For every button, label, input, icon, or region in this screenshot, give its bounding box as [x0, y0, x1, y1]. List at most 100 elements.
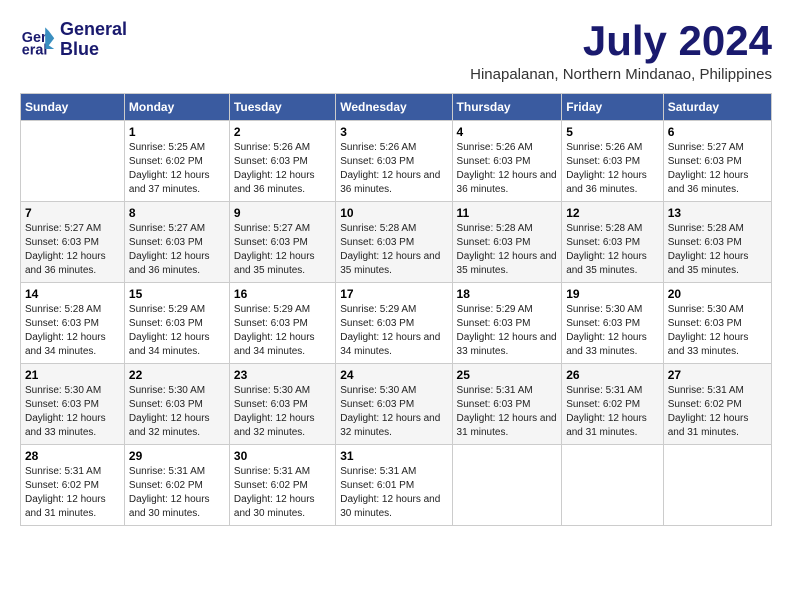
day-cell: 4 Sunrise: 5:26 AMSunset: 6:03 PMDaylight… [452, 121, 562, 202]
day-number: 2 [234, 125, 331, 139]
day-info: Sunrise: 5:28 AMSunset: 6:03 PMDaylight:… [340, 222, 447, 278]
day-info: Sunrise: 5:28 AMSunset: 6:03 PMDaylight:… [457, 222, 558, 278]
day-cell: 12 Sunrise: 5:28 AMSunset: 6:03 PMDayligh… [562, 202, 664, 283]
day-info: Sunrise: 5:30 AMSunset: 6:03 PMDaylight:… [234, 384, 331, 440]
day-cell: 15Sunrise: 5:29 AMSunset: 6:03 PMDayligh… [124, 283, 229, 364]
logo-icon: Gen eral [20, 22, 56, 58]
week-row-3: 14Sunrise: 5:28 AMSunset: 6:03 PMDayligh… [21, 283, 772, 364]
day-cell: 16 Sunrise: 5:29 AMSunset: 6:03 PMDayligh… [229, 283, 335, 364]
header-row: SundayMondayTuesdayWednesdayThursdayFrid… [21, 94, 772, 121]
day-info: Sunrise: 5:29 AMSunset: 6:03 PMDaylight:… [234, 303, 331, 359]
day-cell: 6Sunrise: 5:27 AMSunset: 6:03 PMDaylight… [663, 121, 771, 202]
day-cell: 25Sunrise: 5:31 AMSunset: 6:03 PMDayligh… [452, 364, 562, 445]
day-info: Sunrise: 5:27 AMSunset: 6:03 PMDaylight:… [234, 222, 331, 278]
day-number: 19 [566, 287, 659, 301]
logo: Gen eral General Blue [20, 20, 127, 60]
day-number: 4 [457, 125, 558, 139]
day-number: 27 [668, 368, 767, 382]
day-cell [21, 121, 125, 202]
week-row-5: 28 Sunrise: 5:31 AMSunset: 6:02 PMDayligh… [21, 445, 772, 526]
header: Gen eral General Blue July 2024 Hinapala… [20, 20, 772, 83]
day-number: 10 [340, 206, 447, 220]
day-cell: 26 Sunrise: 5:31 AMSunset: 6:02 PMDayligh… [562, 364, 664, 445]
header-cell-saturday: Saturday [663, 94, 771, 121]
day-cell: 9 Sunrise: 5:27 AMSunset: 6:03 PMDaylight… [229, 202, 335, 283]
day-info: Sunrise: 5:25 AMSunset: 6:02 PMDaylight:… [129, 141, 225, 197]
title-area: July 2024 Hinapalanan, Northern Mindanao… [470, 20, 772, 83]
day-cell: 28 Sunrise: 5:31 AMSunset: 6:02 PMDayligh… [21, 445, 125, 526]
day-number: 12 [566, 206, 659, 220]
calendar-table: SundayMondayTuesdayWednesdayThursdayFrid… [20, 93, 772, 526]
day-number: 29 [129, 449, 225, 463]
day-number: 23 [234, 368, 331, 382]
main-title: July 2024 [470, 20, 772, 62]
day-info: Sunrise: 5:31 AMSunset: 6:03 PMDaylight:… [457, 384, 558, 440]
day-number: 31 [340, 449, 447, 463]
day-info: Sunrise: 5:28 AMSunset: 6:03 PMDaylight:… [566, 222, 659, 278]
day-cell [663, 445, 771, 526]
day-cell: 23 Sunrise: 5:30 AMSunset: 6:03 PMDayligh… [229, 364, 335, 445]
day-number: 22 [129, 368, 225, 382]
header-cell-friday: Friday [562, 94, 664, 121]
day-number: 20 [668, 287, 767, 301]
day-info: Sunrise: 5:27 AMSunset: 6:03 PMDaylight:… [129, 222, 225, 278]
day-cell: 11 Sunrise: 5:28 AMSunset: 6:03 PMDayligh… [452, 202, 562, 283]
day-cell: 17 Sunrise: 5:29 AMSunset: 6:03 PMDayligh… [336, 283, 452, 364]
header-cell-thursday: Thursday [452, 94, 562, 121]
day-number: 13 [668, 206, 767, 220]
week-row-2: 7 Sunrise: 5:27 AMSunset: 6:03 PMDaylight… [21, 202, 772, 283]
logo-text: General Blue [60, 20, 127, 60]
header-cell-sunday: Sunday [21, 94, 125, 121]
day-number: 6 [668, 125, 767, 139]
day-info: Sunrise: 5:26 AMSunset: 6:03 PMDaylight:… [234, 141, 331, 197]
day-cell: 18Sunrise: 5:29 AMSunset: 6:03 PMDayligh… [452, 283, 562, 364]
day-number: 16 [234, 287, 331, 301]
day-cell: 7Sunrise: 5:27 AMSunset: 6:03 PMDaylight… [21, 202, 125, 283]
svg-text:eral: eral [22, 42, 48, 58]
day-cell: 27 Sunrise: 5:31 AMSunset: 6:02 PMDayligh… [663, 364, 771, 445]
day-number: 3 [340, 125, 447, 139]
day-number: 28 [25, 449, 120, 463]
day-info: Sunrise: 5:29 AMSunset: 6:03 PMDaylight:… [340, 303, 447, 359]
day-number: 24 [340, 368, 447, 382]
day-info: Sunrise: 5:26 AMSunset: 6:03 PMDaylight:… [457, 141, 558, 197]
day-cell: 29 Sunrise: 5:31 AMSunset: 6:02 PMDayligh… [124, 445, 229, 526]
day-cell: 19 Sunrise: 5:30 AMSunset: 6:03 PMDayligh… [562, 283, 664, 364]
day-number: 1 [129, 125, 225, 139]
day-info: Sunrise: 5:30 AMSunset: 6:03 PMDaylight:… [25, 384, 120, 440]
day-info: Sunrise: 5:30 AMSunset: 6:03 PMDaylight:… [566, 303, 659, 359]
day-info: Sunrise: 5:28 AMSunset: 6:03 PMDaylight:… [25, 303, 120, 359]
day-info: Sunrise: 5:26 AMSunset: 6:03 PMDaylight:… [340, 141, 447, 197]
day-info: Sunrise: 5:31 AMSunset: 6:02 PMDaylight:… [668, 384, 767, 440]
week-row-1: 1 Sunrise: 5:25 AMSunset: 6:02 PMDaylight… [21, 121, 772, 202]
day-info: Sunrise: 5:31 AMSunset: 6:02 PMDaylight:… [234, 465, 331, 521]
day-cell [452, 445, 562, 526]
header-cell-monday: Monday [124, 94, 229, 121]
day-info: Sunrise: 5:30 AMSunset: 6:03 PMDaylight:… [668, 303, 767, 359]
day-number: 5 [566, 125, 659, 139]
day-number: 21 [25, 368, 120, 382]
day-number: 9 [234, 206, 331, 220]
day-cell: 21 Sunrise: 5:30 AMSunset: 6:03 PMDayligh… [21, 364, 125, 445]
header-cell-tuesday: Tuesday [229, 94, 335, 121]
day-number: 7 [25, 206, 120, 220]
day-number: 30 [234, 449, 331, 463]
day-cell: 1 Sunrise: 5:25 AMSunset: 6:02 PMDaylight… [124, 121, 229, 202]
day-info: Sunrise: 5:31 AMSunset: 6:02 PMDaylight:… [129, 465, 225, 521]
day-cell: 2 Sunrise: 5:26 AMSunset: 6:03 PMDaylight… [229, 121, 335, 202]
header-cell-wednesday: Wednesday [336, 94, 452, 121]
day-number: 11 [457, 206, 558, 220]
day-cell: 24Sunrise: 5:30 AMSunset: 6:03 PMDayligh… [336, 364, 452, 445]
day-cell: 8Sunrise: 5:27 AMSunset: 6:03 PMDaylight… [124, 202, 229, 283]
day-number: 18 [457, 287, 558, 301]
day-info: Sunrise: 5:31 AMSunset: 6:02 PMDaylight:… [566, 384, 659, 440]
day-info: Sunrise: 5:31 AMSunset: 6:01 PMDaylight:… [340, 465, 447, 521]
day-cell: 31 Sunrise: 5:31 AMSunset: 6:01 PMDayligh… [336, 445, 452, 526]
day-cell: 13Sunrise: 5:28 AMSunset: 6:03 PMDayligh… [663, 202, 771, 283]
day-cell: 22Sunrise: 5:30 AMSunset: 6:03 PMDayligh… [124, 364, 229, 445]
day-number: 26 [566, 368, 659, 382]
day-info: Sunrise: 5:26 AMSunset: 6:03 PMDaylight:… [566, 141, 659, 197]
day-number: 17 [340, 287, 447, 301]
day-info: Sunrise: 5:31 AMSunset: 6:02 PMDaylight:… [25, 465, 120, 521]
day-cell: 5 Sunrise: 5:26 AMSunset: 6:03 PMDaylight… [562, 121, 664, 202]
